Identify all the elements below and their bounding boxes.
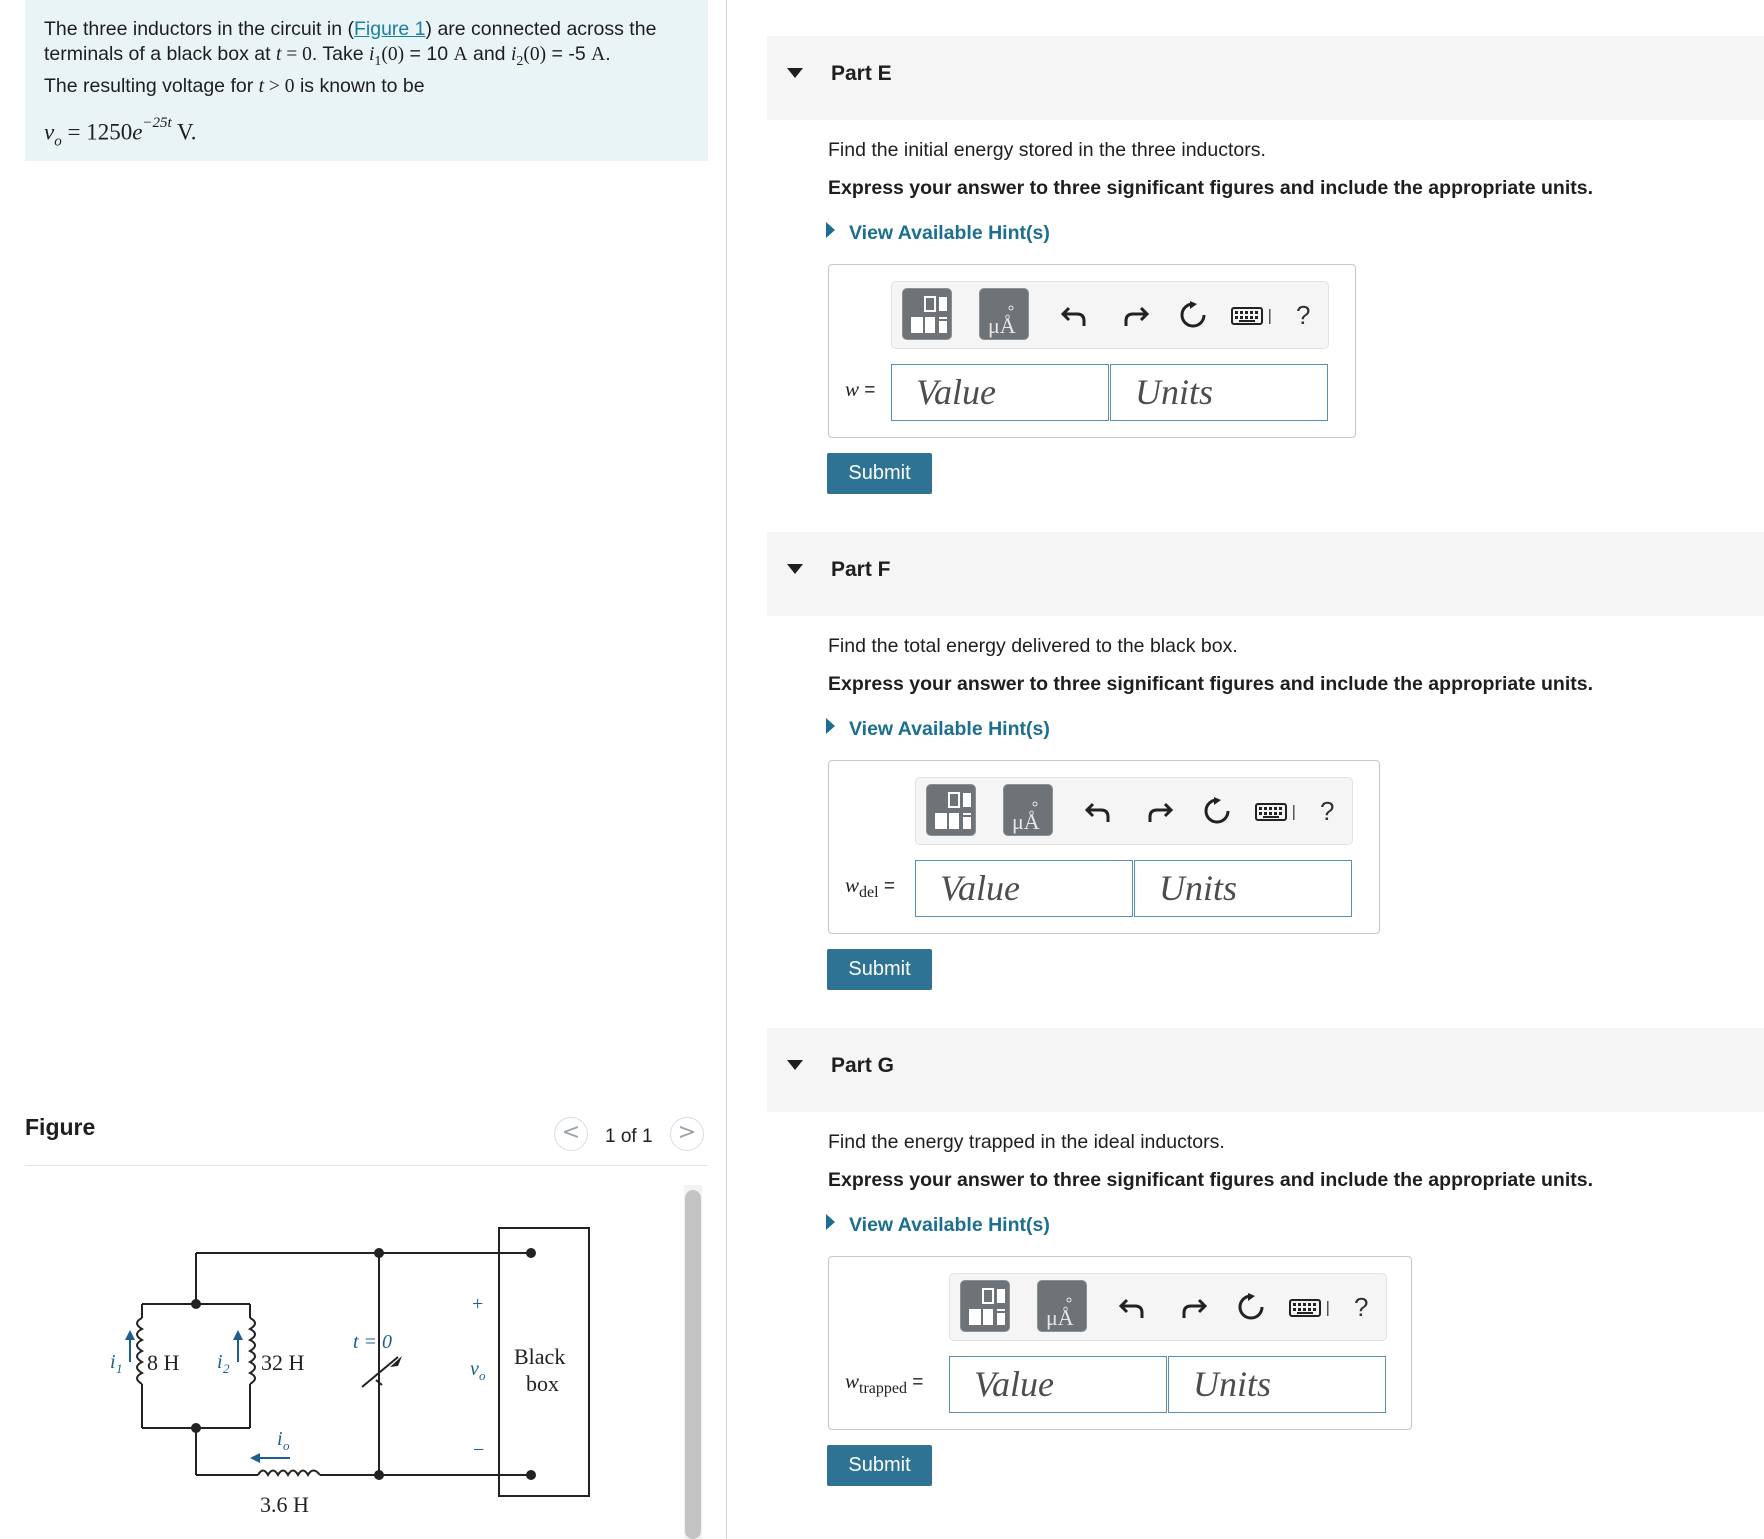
question-text: Find the initial energy stored in the th… (828, 139, 1266, 161)
math-toolbar: μÅ ? (891, 281, 1329, 349)
view-hints-link[interactable]: View Available Hint(s) (826, 222, 1050, 245)
question-text: Find the energy trapped in the ideal ind… (828, 1131, 1225, 1153)
answer-variable-label: w = (845, 377, 876, 401)
question-text: Find the total energy delivered to the b… (828, 635, 1238, 657)
keyboard-icon[interactable] (1231, 300, 1275, 330)
label-i2-sub: 2 (223, 1361, 230, 1376)
figure-divider (25, 1165, 708, 1166)
inductor-32h (247, 1317, 256, 1385)
value-input[interactable]: Value (949, 1356, 1167, 1413)
label-black: Black (514, 1344, 565, 1369)
part-header[interactable]: Part F (767, 532, 1764, 616)
label-32h: 32 H (261, 1350, 305, 1375)
units-icon[interactable]: μÅ (1037, 1280, 1087, 1332)
keyboard-icon[interactable] (1255, 796, 1299, 826)
submit-button[interactable]: Submit (827, 949, 932, 990)
view-hints-link[interactable]: View Available Hint(s) (826, 1214, 1050, 1237)
label-3-6h: 3.6 H (260, 1492, 309, 1517)
problem-line-2: terminals of a black box at t = 0. Take … (44, 43, 611, 69)
math-toolbar: μÅ ? (949, 1273, 1387, 1341)
view-hints-link[interactable]: View Available Hint(s) (826, 718, 1050, 741)
figure-title: Figure (25, 1114, 96, 1140)
expand-caret-icon (826, 1214, 835, 1230)
problem-line-3: The resulting voltage for t > 0 is known… (44, 74, 425, 97)
expand-caret-icon (826, 718, 835, 734)
label-8h: 8 H (147, 1350, 180, 1375)
reset-icon[interactable] (1236, 1292, 1266, 1322)
part-header[interactable]: Part E (767, 36, 1764, 120)
value-input[interactable]: Value (891, 364, 1109, 421)
problem-statement: The three inductors in the circuit in (F… (25, 0, 708, 161)
keyboard-icon[interactable] (1289, 1292, 1333, 1322)
figure-pager: 1 of 1 (605, 1126, 653, 1147)
circuit-diagram: 8 H 32 H 3.6 H Black box i 1 i 2 i o t =… (110, 1227, 590, 1517)
svg-text:μÅ: μÅ (988, 313, 1016, 338)
inductor-3-6h (257, 1469, 321, 1478)
answer-instructions: Express your answer to three significant… (828, 1169, 1593, 1191)
units-input[interactable]: Units (1168, 1356, 1386, 1413)
inductor-8h (136, 1317, 145, 1385)
voltage-equation: vo = 1250e−25t V. (44, 114, 197, 150)
label-box: box (526, 1371, 559, 1396)
label-io: i (277, 1428, 283, 1450)
label-i1-sub: 1 (116, 1361, 123, 1376)
svg-text:μÅ: μÅ (1012, 809, 1040, 834)
label-vo-sub: o (479, 1368, 486, 1383)
templates-icon[interactable] (926, 784, 976, 836)
part-title: Part E (831, 62, 892, 85)
units-input[interactable]: Units (1134, 860, 1352, 917)
units-icon[interactable]: μÅ (1003, 784, 1053, 836)
label-i1: i (110, 1351, 116, 1373)
problem-line-1: The three inductors in the circuit in (F… (44, 18, 657, 40)
label-io-sub: o (283, 1438, 290, 1453)
part-header[interactable]: Part G (767, 1028, 1764, 1112)
figure-link[interactable]: Figure 1 (354, 18, 426, 40)
reset-icon[interactable] (1202, 796, 1232, 826)
units-icon[interactable]: μÅ (979, 288, 1029, 340)
figure-scrollbar-thumb[interactable] (685, 1190, 701, 1539)
panel-divider (726, 0, 727, 1539)
part-title: Part F (831, 558, 891, 581)
redo-icon[interactable] (1144, 796, 1174, 826)
collapse-caret-icon[interactable] (787, 564, 803, 574)
undo-icon[interactable] (1060, 300, 1090, 330)
help-icon[interactable]: ? (1296, 300, 1310, 331)
answer-box: μÅ ? w = Value Units (828, 264, 1356, 438)
label-plus: + (472, 1293, 483, 1315)
answer-box: μÅ ? wtrapped = Value Units (828, 1256, 1412, 1430)
submit-button[interactable]: Submit (827, 1445, 932, 1486)
answer-instructions: Express your answer to three significant… (828, 673, 1593, 695)
collapse-caret-icon[interactable] (787, 68, 803, 78)
templates-icon[interactable] (960, 1280, 1010, 1332)
reset-icon[interactable] (1178, 300, 1208, 330)
math-toolbar: μÅ ? (915, 777, 1353, 845)
label-vo: v (470, 1358, 479, 1380)
answer-instructions: Express your answer to three significant… (828, 177, 1593, 199)
help-icon[interactable]: ? (1320, 796, 1334, 827)
help-icon[interactable]: ? (1354, 1292, 1368, 1323)
expand-caret-icon (826, 222, 835, 238)
answer-variable-label: wdel = (845, 873, 895, 901)
submit-button[interactable]: Submit (827, 453, 932, 494)
redo-icon[interactable] (1178, 1292, 1208, 1322)
prev-figure-button[interactable]: < (554, 1117, 588, 1151)
next-figure-button[interactable]: > (670, 1117, 704, 1151)
answer-box: μÅ ? wdel = Value Units (828, 760, 1380, 934)
value-input[interactable]: Value (915, 860, 1133, 917)
label-i2: i (217, 1351, 223, 1373)
units-input[interactable]: Units (1110, 364, 1328, 421)
undo-icon[interactable] (1084, 796, 1114, 826)
part-title: Part G (831, 1054, 895, 1077)
label-minus: − (473, 1439, 484, 1461)
label-switch: t = 0 (353, 1331, 392, 1353)
undo-icon[interactable] (1118, 1292, 1148, 1322)
answer-variable-label: wtrapped = (845, 1369, 924, 1397)
svg-text:μÅ: μÅ (1046, 1305, 1074, 1330)
redo-icon[interactable] (1120, 300, 1150, 330)
templates-icon[interactable] (902, 288, 952, 340)
collapse-caret-icon[interactable] (787, 1060, 803, 1070)
